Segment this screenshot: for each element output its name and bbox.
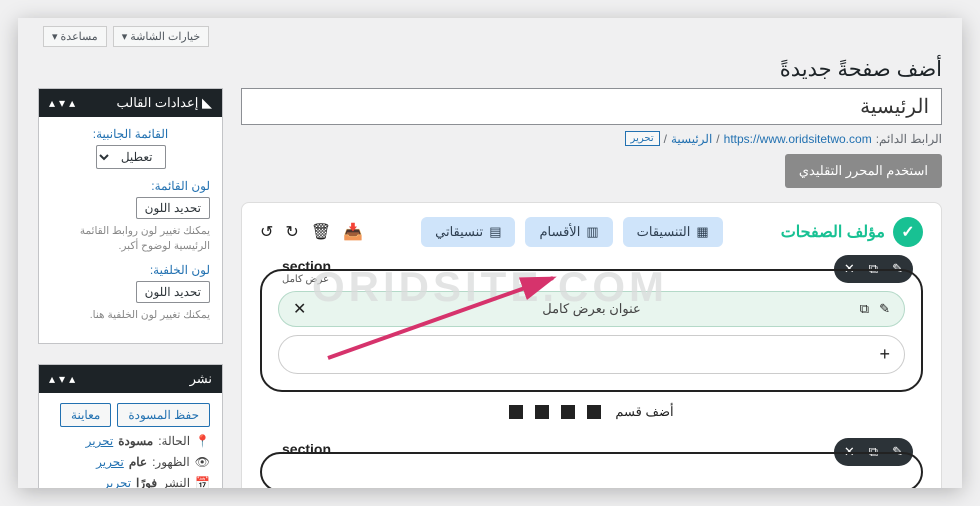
add-row-button[interactable]: + (278, 335, 905, 374)
pill-formats[interactable]: ▦ التنسيقات (623, 217, 723, 247)
row-delete-icon[interactable]: ✕ (293, 299, 306, 319)
schedule-edit-link[interactable]: تحرير (103, 476, 131, 488)
brand-icon: ✓ (893, 217, 923, 247)
layout-1col-icon[interactable] (587, 405, 601, 419)
permalink-row: الرابط الدائم: https://www.oridsitetwo.c… (241, 131, 942, 146)
bg-color-button[interactable]: تحديد اللون (136, 281, 210, 303)
chevron-down-icon[interactable]: ▾ (59, 372, 65, 386)
panel-toggle-icon[interactable]: ▴ (49, 372, 55, 386)
redo-icon[interactable]: ↻ (285, 222, 298, 242)
layout-3col-icon[interactable] (535, 405, 549, 419)
screen-options-button[interactable]: ▾ خيارات الشاشة (113, 26, 209, 47)
panel-toggle-icon[interactable]: ▴ (49, 96, 55, 110)
pill-sections[interactable]: ▥ الأقسام (525, 217, 612, 247)
add-section-row: أضف قسم (260, 404, 923, 420)
menu-color-button[interactable]: تحديد اللون (136, 197, 210, 219)
builder-row[interactable]: ✕ عنوان بعرض كامل ✎ ⧉ (278, 291, 905, 327)
schedule-line: 📅 النشر فورًا تحرير (51, 476, 210, 488)
classic-editor-button[interactable]: استخدم المحرر التقليدي (785, 154, 942, 188)
preview-button[interactable]: معاينة (60, 403, 111, 427)
chevron-down-icon[interactable]: ▾ (59, 96, 65, 110)
status-edit-link[interactable]: تحرير (86, 434, 114, 448)
post-title-input[interactable] (241, 88, 942, 125)
side-menu-select[interactable]: تعطيل (96, 145, 166, 169)
chevron-up-icon[interactable]: ▴ (69, 372, 75, 386)
section-block-1: section عرض كامل ✎ ⧉ ✕ ✕ عنوان بعرض كامل… (260, 269, 923, 392)
publish-panel: نشر ▴▾▴ حفظ المسودة معاينة 📍 الحالة: مسو… (38, 364, 223, 488)
builder-brand: ✓ مؤلف الصفحات (781, 217, 923, 247)
trash-icon[interactable]: 🗑 (311, 222, 331, 242)
save-draft-button[interactable]: حفظ المسودة (117, 403, 210, 427)
visibility-edit-link[interactable]: تحرير (96, 455, 124, 469)
row-copy-icon[interactable]: ⧉ (860, 301, 869, 317)
page-builder-panel: ✓ مؤلف الصفحات ▦ التنسيقات ▥ الأقسام ▤ ت… (241, 202, 942, 488)
help-button[interactable]: ▾ مساعدة (43, 26, 107, 47)
row-edit-icon[interactable]: ✎ (879, 301, 890, 317)
status-line: 📍 الحالة: مسودة تحرير (51, 434, 210, 448)
pill-mystyles[interactable]: ▤ تنسيقاتي (421, 217, 515, 247)
section-block-2: section ✎ ⧉ ✕ (260, 452, 923, 488)
chevron-up-icon[interactable]: ▴ (69, 96, 75, 110)
save-icon[interactable]: 📥 (343, 222, 363, 242)
visibility-line: 👁 الظهور: عام تحرير (51, 455, 210, 469)
permalink-url[interactable]: https://www.oridsitetwo.com (724, 132, 872, 146)
permalink-edit-button[interactable]: تحرير (625, 131, 660, 146)
layout-4col-icon[interactable] (509, 405, 523, 419)
layout-2col-icon[interactable] (561, 405, 575, 419)
page-title: أضف صفحةً جديدةً (38, 57, 942, 82)
theme-settings-panel: ◣ إعدادات القالب ▴▾▴ القائمة الجانبية: ت… (38, 88, 223, 344)
undo-icon[interactable]: ↺ (260, 222, 273, 242)
